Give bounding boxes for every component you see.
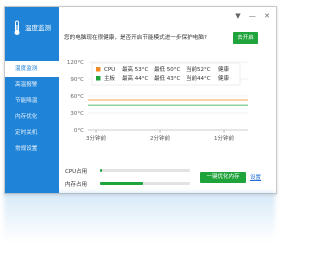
y-tick-label: 0°C — [74, 128, 84, 134]
y-tick-label: 30°C — [70, 111, 84, 117]
legend-min: 最低 50°C — [154, 65, 180, 73]
app-title: 温度监测 — [25, 24, 51, 32]
legend-status: 健康 — [218, 74, 230, 82]
minimize-icon[interactable]: — — [249, 12, 256, 20]
memory-usage-label: 内存占用 — [65, 182, 88, 188]
sidebar-item-settings[interactable]: 常规设置 — [5, 141, 59, 157]
memory-usage-bar — [100, 182, 190, 185]
x-tick-label: 2分钟前 — [150, 134, 170, 142]
legend-min: 最低 43°C — [154, 74, 180, 82]
sidebar-item-shutdown[interactable]: 定时关机 — [5, 125, 59, 141]
sidebar-item-memory[interactable]: 内存优化 — [5, 109, 59, 125]
memory-usage-fill — [100, 182, 144, 185]
thermometer-icon — [14, 20, 20, 35]
legend-status: 健康 — [218, 65, 230, 73]
settings-link[interactable]: 设置 — [250, 173, 261, 181]
sidebar-nav: 温度监测 高温报警 节能降温 内存优化 定时关机 常规设置 — [5, 61, 59, 157]
window-controls: ▼ — ✕ — [229, 12, 270, 20]
legend-max: 最高 44°C — [122, 74, 148, 82]
legend-series-name: CPU — [104, 67, 115, 73]
legend-swatch — [96, 67, 101, 72]
optimize-memory-button[interactable]: 一键优化内存 — [200, 172, 246, 183]
legend-current: 当前44°C — [186, 74, 211, 82]
y-tick-label: 60°C — [70, 94, 84, 100]
cpu-usage-bar — [100, 169, 190, 172]
window-reflection — [4, 192, 275, 242]
menu-icon[interactable]: ▼ — [235, 12, 240, 20]
y-tick-label: 90°C — [70, 77, 84, 83]
health-notice: 您的电脑现在很健康，是否开启节能模式进一步保护电脑? — [64, 35, 207, 41]
cpu-usage-label: CPU占用 — [65, 169, 88, 175]
sidebar: 温度监测 温度监测 高温报警 节能降温 内存优化 定时关机 常规设置 — [5, 7, 59, 193]
legend-series-name: 主板 — [104, 74, 116, 82]
temperature-chart: 120°C 90°C 60°C 30°C 0°C3分钟前 2分钟前 1分钟前 CPU 最高 53… — [67, 60, 248, 142]
x-tick-label: 1分钟前 — [214, 134, 234, 142]
x-tick-label: 3分钟前 — [86, 134, 106, 142]
cpu-usage-fill — [100, 169, 102, 172]
sidebar-item-alarm[interactable]: 高温报警 — [5, 77, 59, 93]
brand-header: 温度监测 — [5, 7, 59, 53]
sidebar-item-cooling[interactable]: 节能降温 — [5, 93, 59, 109]
legend-current: 当前52°C — [186, 65, 211, 73]
y-tick-label: 120°C — [67, 60, 84, 66]
close-icon[interactable]: ✕ — [264, 12, 270, 20]
enable-eco-button[interactable]: 去开启 — [233, 32, 258, 44]
legend-swatch — [96, 76, 101, 81]
sidebar-item-temperature[interactable]: 温度监测 — [5, 61, 59, 77]
legend-max: 最高 53°C — [122, 65, 148, 73]
